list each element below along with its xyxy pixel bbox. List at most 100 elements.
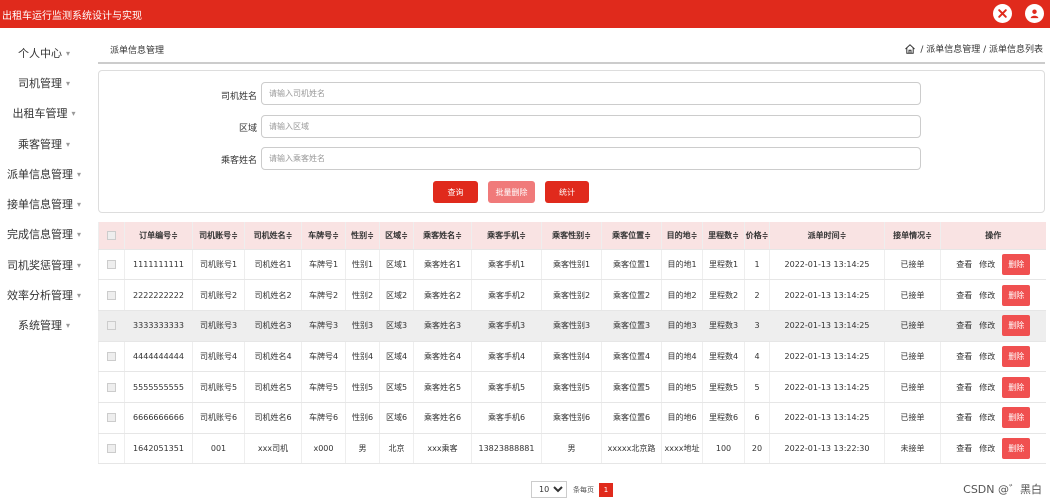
- query-button[interactable]: 查询: [433, 181, 478, 203]
- column-header[interactable]: 司机账号≑: [192, 222, 245, 250]
- table-cell: 2022-01-13 13:14:25: [769, 310, 885, 342]
- home-icon[interactable]: [904, 43, 916, 55]
- sidebar-item-dispatch-management[interactable]: 派单信息管理 ▾: [0, 162, 88, 186]
- close-icon: [998, 9, 1007, 18]
- table-cell: 目的地4: [661, 341, 703, 373]
- row-checkbox[interactable]: [107, 290, 116, 300]
- column-header[interactable]: 订单编号≑: [124, 222, 193, 250]
- stats-button[interactable]: 统计: [545, 181, 589, 203]
- edit-button[interactable]: 修改: [979, 290, 995, 301]
- sidebar-item-efficiency-analysis[interactable]: 效率分析管理 ▾: [0, 283, 88, 307]
- row-select-cell[interactable]: [98, 341, 125, 373]
- table-row[interactable]: 5555555555 司机账号5 司机姓名5 车牌号5 性别5 区域5 乘客姓名5 乘客手机5…: [98, 371, 1046, 403]
- row-select-cell[interactable]: [98, 279, 125, 311]
- view-button[interactable]: 查看: [956, 382, 972, 393]
- table-cell: 目的地6: [661, 402, 703, 434]
- view-button[interactable]: 查看: [956, 259, 972, 270]
- view-button[interactable]: 查看: [956, 320, 972, 331]
- row-checkbox[interactable]: [107, 321, 116, 331]
- app-title: 出租车运行监测系统设计与实现: [2, 11, 142, 22]
- dispatch-table: 订单编号≑ 司机账号≑ 司机姓名≑ 车牌号≑ 性别≑ 区域≑ 乘客姓名≑ 乘客手…: [98, 222, 1046, 465]
- column-header[interactable]: 司机姓名≑: [244, 222, 302, 250]
- table-cell: 目的地1: [661, 249, 703, 281]
- delete-button[interactable]: 删除: [1002, 284, 1031, 306]
- delete-button[interactable]: 删除: [1002, 253, 1031, 275]
- column-header[interactable]: 价格≑: [744, 222, 770, 250]
- column-header[interactable]: 乘客性别≑: [541, 222, 602, 250]
- delete-button[interactable]: 删除: [1002, 315, 1031, 337]
- column-header[interactable]: 里程数≑: [702, 222, 745, 250]
- column-header[interactable]: 乘客位置≑: [601, 222, 662, 250]
- edit-button[interactable]: 修改: [979, 320, 995, 331]
- table-row[interactable]: 4444444444 司机账号4 司机姓名4 车牌号4 性别4 区域4 乘客姓名4 乘客手机4…: [98, 341, 1046, 373]
- column-header[interactable]: 接单情况≑: [884, 222, 941, 250]
- user-button[interactable]: [1025, 4, 1044, 23]
- delete-button[interactable]: 删除: [1002, 376, 1031, 398]
- delete-button[interactable]: 删除: [1002, 345, 1031, 367]
- sidebar-item-personal-center[interactable]: 个人中心 ▾: [0, 41, 88, 65]
- sidebar-item-reward-penalty-management[interactable]: 司机奖惩管理 ▾: [0, 253, 88, 277]
- table-cell: 司机姓名6: [244, 402, 302, 434]
- view-button[interactable]: 查看: [956, 412, 972, 423]
- edit-button[interactable]: 修改: [979, 259, 995, 270]
- table-cell: 区域5: [379, 371, 414, 403]
- batch-delete-button[interactable]: 批量删除: [488, 181, 535, 203]
- column-header[interactable]: 车牌号≑: [301, 222, 346, 250]
- view-button[interactable]: 查看: [956, 443, 972, 454]
- sidebar-item-taxi-management[interactable]: 出租车管理 ▾: [0, 101, 88, 125]
- delete-button[interactable]: 删除: [1002, 437, 1031, 459]
- column-header[interactable]: 乘客姓名≑: [413, 222, 472, 250]
- view-button[interactable]: 查看: [956, 351, 972, 362]
- column-header[interactable]: 派单时间≑: [769, 222, 885, 250]
- row-select-cell[interactable]: [98, 371, 125, 403]
- sidebar-item-system-management[interactable]: 系统管理 ▾: [0, 313, 88, 337]
- table-cell: 乘客手机3: [471, 310, 542, 342]
- passenger-name-input[interactable]: [261, 147, 921, 170]
- row-checkbox[interactable]: [107, 443, 116, 453]
- sidebar-item-accept-management[interactable]: 接单信息管理 ▾: [0, 192, 88, 216]
- table-cell: 已接单: [884, 279, 941, 311]
- sidebar-item-completion-management[interactable]: 完成信息管理 ▾: [0, 222, 88, 246]
- table-cell: 未接单: [884, 433, 941, 465]
- table-row[interactable]: 6666666666 司机账号6 司机姓名6 车牌号6 性别6 区域6 乘客姓名6 乘客手机6…: [98, 402, 1046, 434]
- table-row[interactable]: 1642051351 001 xxx司机 x000 男北京 xxx乘客 1382388888…: [98, 433, 1046, 465]
- select-all-checkbox[interactable]: [107, 230, 116, 240]
- column-header[interactable]: 性别≑: [345, 222, 380, 250]
- column-header[interactable]: 区域≑: [379, 222, 414, 250]
- driver-name-input[interactable]: [261, 82, 921, 105]
- edit-button[interactable]: 修改: [979, 443, 995, 454]
- select-all-cell[interactable]: [98, 222, 125, 250]
- row-select-cell[interactable]: [98, 402, 125, 434]
- row-checkbox[interactable]: [107, 413, 116, 423]
- table-cell: 2022-01-13 13:14:25: [769, 279, 885, 311]
- sidebar-item-passenger-management[interactable]: 乘客管理 ▾: [0, 132, 88, 156]
- table-cell: 乘客位置5: [601, 371, 662, 403]
- chevron-down-icon: ▾: [65, 78, 70, 88]
- table-cell: 乘客性别2: [541, 279, 602, 311]
- row-select-cell[interactable]: [98, 310, 125, 342]
- chevron-down-icon: ▾: [76, 169, 81, 179]
- page-size-select[interactable]: 10: [531, 481, 567, 498]
- row-checkbox[interactable]: [107, 382, 116, 392]
- table-cell: 车牌号1: [301, 249, 346, 281]
- row-select-cell[interactable]: [98, 249, 125, 281]
- edit-button[interactable]: 修改: [979, 382, 995, 393]
- column-header[interactable]: 目的地≑: [661, 222, 703, 250]
- sidebar-item-driver-management[interactable]: 司机管理 ▾: [0, 71, 88, 95]
- row-select-cell[interactable]: [98, 433, 125, 465]
- table-row[interactable]: 2222222222 司机账号2 司机姓名2 车牌号2 性别2 区域2 乘客姓名2 乘客手机2…: [98, 279, 1046, 311]
- edit-button[interactable]: 修改: [979, 412, 995, 423]
- edit-button[interactable]: 修改: [979, 351, 995, 362]
- page-button-current[interactable]: 1: [599, 482, 613, 497]
- row-checkbox[interactable]: [107, 259, 116, 269]
- area-input[interactable]: [261, 115, 921, 138]
- view-button[interactable]: 查看: [956, 290, 972, 301]
- close-button[interactable]: [993, 4, 1012, 23]
- column-header[interactable]: 乘客手机≑: [471, 222, 542, 250]
- table-row[interactable]: 3333333333 司机账号3 司机姓名3 车牌号3 性别3 区域3 乘客姓名3 乘客手机3…: [98, 310, 1046, 342]
- delete-button[interactable]: 删除: [1002, 407, 1031, 429]
- table-cell: 已接单: [884, 310, 941, 342]
- row-checkbox[interactable]: [107, 351, 116, 361]
- table-cell: xxx司机: [244, 433, 302, 465]
- table-row[interactable]: 1111111111 司机账号1 司机姓名1 车牌号1 性别1 区域1 乘客姓名1 乘客手机1…: [98, 249, 1046, 281]
